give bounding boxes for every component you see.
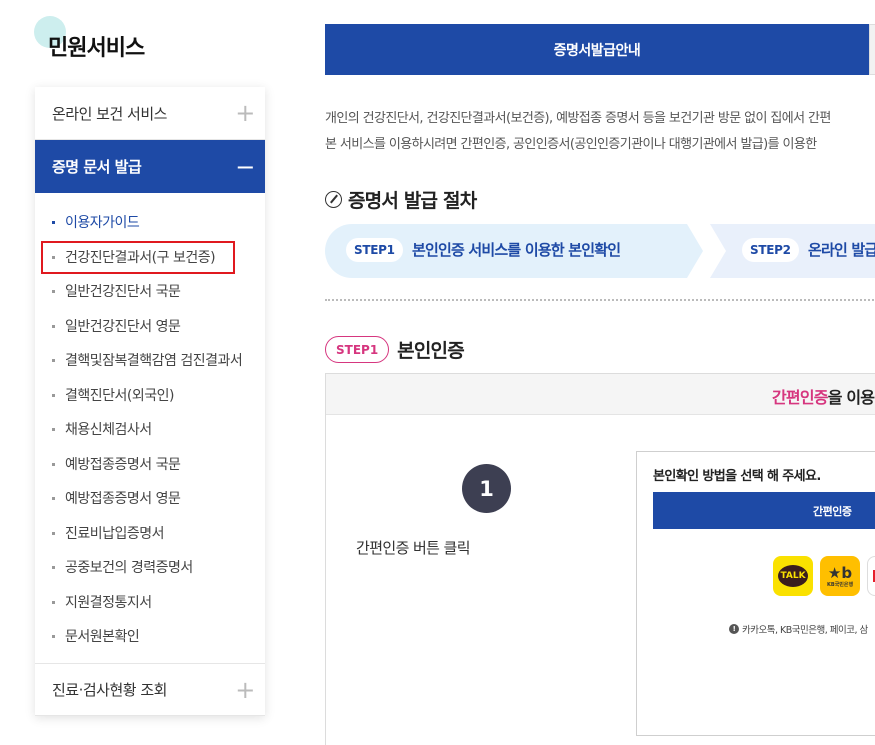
step-description: 간편인증 버튼 클릭 <box>356 539 471 557</box>
submenu-item[interactable]: 결핵진단서(외국인) <box>35 378 265 413</box>
bullet-icon <box>52 255 55 259</box>
submenu-label: 문서원본확인 <box>65 629 140 646</box>
kb-label: KB국민은행 <box>826 581 854 588</box>
submenu-item[interactable]: 공중보건의 경력증명서 <box>35 550 265 585</box>
menu-label: 증명 문서 발급 <box>52 158 142 176</box>
kb-bank-icon[interactable]: ★b KB국민은행 <box>820 556 860 596</box>
submenu-item[interactable]: 문서원본확인 <box>35 619 265 654</box>
step-number: 1 <box>462 464 511 513</box>
intro-line: 본 서비스를 이용하시려면 간편인증, 공인인증서(공인인증기관이나 대행기관에… <box>325 137 817 152</box>
bullet-icon <box>52 359 55 362</box>
submenu-item[interactable]: 일반건강진단서 국문 <box>35 274 265 309</box>
plus-icon: + <box>235 99 255 127</box>
submenu-item[interactable]: 일반건강진단서 영문 <box>35 309 265 344</box>
bullet-icon <box>52 393 55 397</box>
tab-next[interactable] <box>869 24 875 75</box>
section-title-text: 증명서 발급 절차 <box>348 190 477 212</box>
submenu-label: 지원결정통지서 <box>65 594 152 611</box>
submenu-label: 이용자가이드 <box>65 215 140 232</box>
bullet-icon <box>52 290 55 293</box>
supported-apps-note: ! 카카오톡, KB국민은행, 페이코, 삼 <box>729 622 868 636</box>
payco-icon[interactable] <box>867 556 875 596</box>
step1-pill: STEP1 <box>346 238 403 262</box>
submenu-list: 이용자가이드 건강진단결과서(구 보건증) 일반건강진단서 국문 일반건강진단서… <box>35 193 265 660</box>
submenu-item[interactable]: 예방접종증명서 국문 <box>35 447 265 482</box>
auth-method-bubble: 본인확인 방법을 선택 해 주세요. 간편인증 TALK ★b KB국민은행 ! … <box>636 451 875 736</box>
section-title: 증명서 발급 절차 <box>325 186 477 213</box>
submenu-label: 예방접종증명서 영문 <box>65 491 181 508</box>
simple-auth-label: 간편인증 <box>813 505 852 518</box>
bullet-icon <box>52 324 55 328</box>
bullet-icon <box>52 635 55 638</box>
plus-icon: + <box>235 675 255 704</box>
step2-pill: STEP2 <box>742 238 799 262</box>
submenu-label: 진료비납입증명서 <box>65 525 165 542</box>
kakao-label: TALK <box>778 565 808 587</box>
submenu-label: 건강진단결과서(구 보건증) <box>65 249 216 266</box>
submenu-label: 결핵및잠복결핵감염 검진결과서 <box>65 353 243 370</box>
submenu-item[interactable]: 예방접종증명서 영문 <box>35 481 265 516</box>
submenu-label: 일반건강진단서 국문 <box>65 284 181 301</box>
menu-online-health-service[interactable]: 온라인 보건 서비스 + <box>35 87 265 140</box>
step1-title: 본인인증 <box>397 340 465 362</box>
highlight-text: 간편인증 <box>772 388 828 407</box>
step-flow: STEP1 본인인증 서비스를 이용한 본인확인 STEP2 온라인 발급 <box>325 224 875 278</box>
panel-header: 간편인증을 이용 <box>326 374 875 415</box>
step2-label: 온라인 발급 <box>808 241 875 259</box>
submenu-label: 예방접종증명서 국문 <box>65 456 181 473</box>
submenu-item-user-guide[interactable]: 이용자가이드 <box>35 205 265 240</box>
submenu-item[interactable]: 진료비납입증명서 <box>35 516 265 551</box>
bullet-icon <box>52 600 55 604</box>
info-icon: ! <box>729 624 739 634</box>
submenu-label: 결핵진단서(외국인) <box>65 387 174 404</box>
pencil-icon <box>325 191 342 208</box>
bullet-icon <box>52 221 55 224</box>
submenu-item[interactable]: 결핵및잠복결핵감염 검진결과서 <box>35 343 265 378</box>
intro-line: 개인의 건강진단서, 건강진단결과서(보건증), 예방접종 증명서 등을 보건기… <box>325 111 831 126</box>
submenu-item[interactable]: 지원결정통지서 <box>35 585 265 620</box>
bullet-icon <box>52 566 55 569</box>
menu-certificate-issuance[interactable]: 증명 문서 발급 − <box>35 140 265 193</box>
step1-badge: STEP1 <box>325 336 390 363</box>
submenu-item[interactable]: 채용신체검사서 <box>35 412 265 447</box>
simple-auth-tab[interactable]: 간편인증 <box>653 492 875 529</box>
sidebar-title: 민원서비스 <box>48 36 145 61</box>
kakaotalk-icon[interactable]: TALK <box>773 556 813 596</box>
minus-icon: − <box>235 152 255 181</box>
panel-header-text: 간편인증을 이용 <box>772 384 875 408</box>
intro-text: 개인의 건강진단서, 건강진단결과서(보건증), 예방접종 증명서 등을 보건기… <box>325 106 875 158</box>
note-text: 카카오톡, KB국민은행, 페이코, 삼 <box>742 625 868 636</box>
header-rest-text: 을 이용 <box>827 388 875 407</box>
bubble-title: 본인확인 방법을 선택 해 주세요. <box>653 469 821 484</box>
submenu-label: 공중보건의 경력증명서 <box>65 560 193 577</box>
menu-label: 진료·검사현황 조회 <box>52 681 167 699</box>
submenu-label: 채용신체검사서 <box>65 422 152 439</box>
submenu-label: 일반건강진단서 영문 <box>65 318 181 335</box>
kb-symbol: ★b <box>827 563 853 582</box>
menu-treatment-inquiry[interactable]: 진료·검사현황 조회 + <box>35 663 265 716</box>
tab-certificate-guide[interactable]: 증명서발급안내 <box>325 24 869 75</box>
submenu-item-health-checkup-result[interactable]: 건강진단결과서(구 보건증) <box>35 240 265 275</box>
step1-label: 본인인증 서비스를 이용한 본인확인 <box>412 241 621 259</box>
divider <box>325 299 875 301</box>
auth-panel: 간편인증을 이용 1 간편인증 버튼 클릭 본인확인 방법을 선택 해 주세요.… <box>325 373 875 745</box>
sidebar-nav: 온라인 보건 서비스 + 증명 문서 발급 − 이용자가이드 건강진단결과서(구… <box>35 87 265 716</box>
bullet-icon <box>52 531 55 535</box>
bullet-icon <box>52 497 55 500</box>
auth-app-list: TALK ★b KB국민은행 <box>773 556 875 596</box>
bullet-icon <box>52 462 55 466</box>
menu-label: 온라인 보건 서비스 <box>52 104 167 123</box>
bullet-icon <box>52 428 55 431</box>
step1-heading: STEP1 본인인증 <box>325 336 465 363</box>
